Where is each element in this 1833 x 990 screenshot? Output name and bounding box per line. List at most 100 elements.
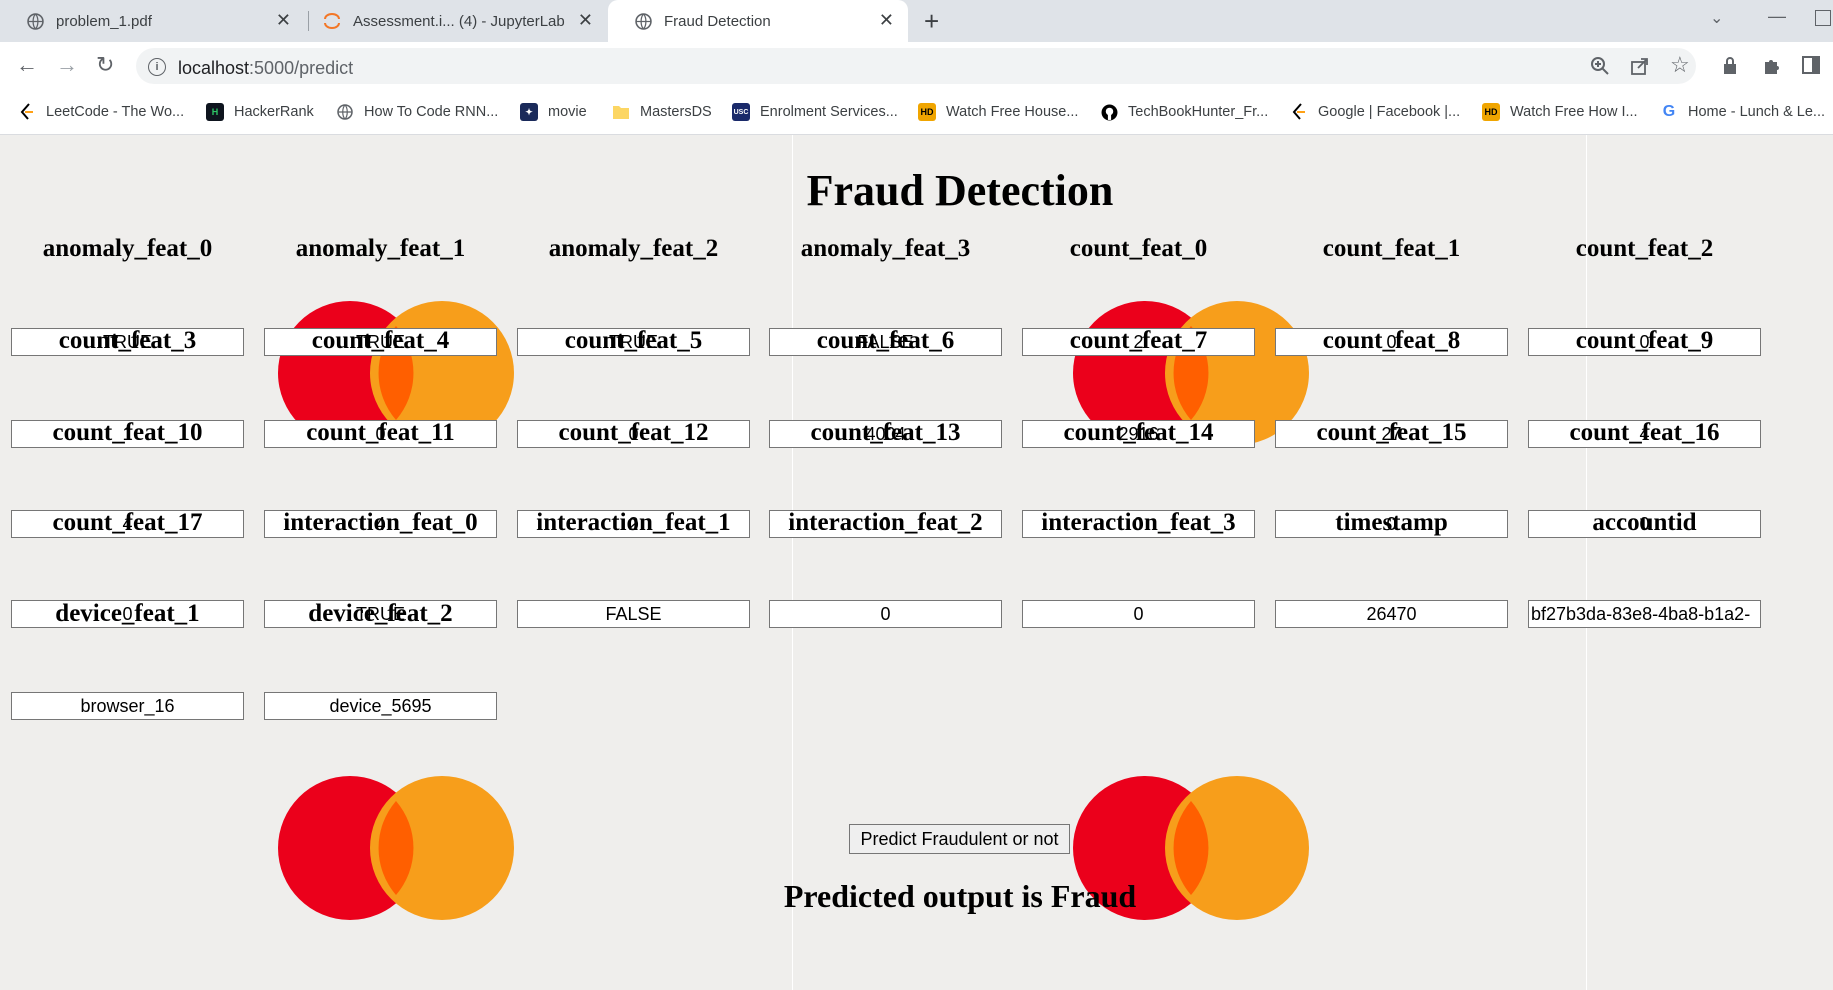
- jupyter-icon: [323, 12, 341, 30]
- hd-icon: HD: [1482, 103, 1500, 121]
- input-interaction-feat-1[interactable]: [517, 600, 750, 628]
- bookmark-label: MastersDS: [640, 104, 712, 120]
- input-timestamp[interactable]: [1275, 600, 1508, 628]
- minimize-icon[interactable]: —: [1768, 6, 1786, 27]
- bookmark-rnn[interactable]: How To Code RNN...: [336, 103, 498, 121]
- forward-arrow-icon[interactable]: →: [56, 52, 78, 78]
- bookmark-label: Watch Free How I...: [1510, 104, 1638, 120]
- field-label-count-feat-4: count_feat_4: [311, 327, 450, 354]
- bookmark-hackerrank[interactable]: H HackerRank: [206, 103, 314, 121]
- maximize-icon[interactable]: [1815, 10, 1831, 26]
- field-label-count-feat-15: count_feat_15: [1316, 419, 1467, 446]
- usc-icon: USC: [732, 103, 750, 121]
- field-label-count-feat-11: count_feat_11: [306, 419, 455, 446]
- field-label-interaction-feat-3: interaction_feat_3: [1041, 509, 1236, 536]
- close-tab-icon[interactable]: ✕: [276, 10, 291, 31]
- field-label-count-feat-10: count_feat_10: [52, 419, 203, 446]
- field-label-count-feat-3: count_feat_3: [58, 327, 197, 354]
- field-label-count-feat-16: count_feat_16: [1569, 419, 1720, 446]
- input-device-feat-2[interactable]: [264, 692, 497, 720]
- bookmark-google-facebook[interactable]: Google | Facebook |...: [1290, 103, 1460, 121]
- field-label-timestamp: timestamp: [1335, 509, 1448, 536]
- side-panel-icon[interactable]: [1802, 56, 1820, 79]
- bookmark-label: Enrolment Services...: [760, 104, 898, 120]
- field-label-count-feat-13: count_feat_13: [810, 419, 961, 446]
- bookmark-star-icon[interactable]: ☆: [1670, 52, 1690, 78]
- bookmark-label: TechBookHunter_Fr...: [1128, 104, 1269, 120]
- bookmark-label: movie: [548, 104, 587, 120]
- field-label-count-feat-14: count_feat_14: [1063, 419, 1214, 446]
- tab-strip: problem_1.pdf ✕ Assessment.i... (4) - Ju…: [0, 0, 1833, 42]
- tab-title: problem_1.pdf: [56, 12, 152, 30]
- bookmark-label: Google | Facebook |...: [1318, 104, 1461, 120]
- github-icon: [1100, 103, 1118, 121]
- extension-lock-icon[interactable]: [1722, 56, 1738, 81]
- bookmark-label: HackerRank: [234, 104, 314, 120]
- tab-problem-pdf[interactable]: problem_1.pdf ✕: [0, 0, 305, 42]
- field-label-anomaly-feat-0: anomaly_feat_0: [42, 235, 213, 262]
- tab-jupyterlab[interactable]: Assessment.i... (4) - JupyterLab ✕: [309, 0, 607, 42]
- field-label-interaction-feat-0: interaction_feat_0: [283, 509, 478, 536]
- field-label-count-feat-2: count_feat_2: [1575, 235, 1714, 262]
- tab-title: Fraud Detection: [664, 12, 771, 30]
- globe-icon: [26, 12, 44, 30]
- hackerrank-icon: H: [206, 103, 224, 121]
- predict-button[interactable]: Predict Fraudulent or not: [849, 824, 1070, 854]
- url-host: localhost: [178, 58, 250, 78]
- page-title: Fraud Detection: [806, 166, 1114, 215]
- bookmark-enrolment[interactable]: USC Enrolment Services...: [732, 103, 898, 121]
- leetcode-icon: [18, 103, 36, 121]
- background-divider: [792, 135, 793, 990]
- bookmark-leetcode[interactable]: LeetCode - The Wo...: [18, 103, 184, 121]
- input-accountid[interactable]: [1528, 600, 1761, 628]
- field-label-device-feat-1: device_feat_1: [55, 600, 200, 627]
- bookmark-movie[interactable]: ✦ movie: [520, 103, 587, 121]
- close-tab-icon[interactable]: ✕: [879, 10, 894, 31]
- bookmark-watch-free-house[interactable]: HD Watch Free House...: [918, 103, 1078, 121]
- close-tab-icon[interactable]: ✕: [578, 10, 593, 31]
- url-path: :5000/predict: [249, 58, 354, 78]
- field-label-count-feat-12: count_feat_12: [558, 419, 709, 446]
- google-icon: G: [1662, 103, 1676, 120]
- field-label-device-feat-2: device_feat_2: [308, 600, 453, 627]
- field-label-anomaly-feat-1: anomaly_feat_1: [295, 235, 466, 262]
- background-divider: [1586, 135, 1587, 990]
- hd-icon: HD: [918, 103, 936, 121]
- tab-search-chevron-icon[interactable]: ⌄: [1710, 8, 1723, 28]
- back-arrow-icon[interactable]: ←: [16, 52, 38, 78]
- field-label-count-feat-5: count_feat_5: [564, 327, 703, 354]
- field-label-anomaly-feat-3: anomaly_feat_3: [800, 235, 971, 262]
- folder-icon: [612, 103, 630, 121]
- bookmark-label: LeetCode - The Wo...: [46, 104, 185, 120]
- field-label-interaction-feat-1: interaction_feat_1: [536, 509, 731, 536]
- reload-icon[interactable]: ↻: [96, 52, 114, 78]
- field-label-count-feat-1: count_feat_1: [1322, 235, 1461, 262]
- bookmark-label: Home - Lunch & Le...: [1688, 104, 1826, 120]
- field-label-interaction-feat-2: interaction_feat_2: [788, 509, 983, 536]
- field-label-count-feat-7: count_feat_7: [1069, 327, 1208, 354]
- bookmark-home-lunch[interactable]: G Home - Lunch & Le...: [1660, 103, 1825, 121]
- page-content: Fraud Detection anomaly_feat_0 anomaly_f…: [0, 135, 1833, 990]
- new-tab-plus-icon[interactable]: +: [924, 6, 939, 37]
- movie-icon: ✦: [520, 103, 538, 121]
- site-info-icon[interactable]: i: [148, 58, 166, 76]
- address-bar[interactable]: [136, 48, 1696, 84]
- bookmark-techbookhunter[interactable]: TechBookHunter_Fr...: [1100, 103, 1268, 121]
- field-label-count-feat-6: count_feat_6: [816, 327, 955, 354]
- url-text[interactable]: localhost:5000/predict: [178, 58, 353, 79]
- field-label-count-feat-17: count_feat_17: [52, 509, 203, 536]
- tab-fraud-detection[interactable]: Fraud Detection ✕: [608, 0, 908, 42]
- globe-icon: [336, 103, 354, 121]
- zoom-icon[interactable]: [1590, 56, 1610, 81]
- field-label-anomaly-feat-2: anomaly_feat_2: [548, 235, 719, 262]
- field-label-accountid: accountid: [1592, 509, 1697, 536]
- input-interaction-feat-3[interactable]: [1022, 600, 1255, 628]
- input-interaction-feat-2[interactable]: [769, 600, 1002, 628]
- extensions-puzzle-icon[interactable]: [1762, 56, 1782, 81]
- bookmark-mastersds[interactable]: MastersDS: [612, 103, 712, 121]
- input-device-feat-1[interactable]: [11, 692, 244, 720]
- share-icon[interactable]: [1630, 56, 1650, 81]
- globe-icon: [634, 12, 652, 30]
- field-label-count-feat-0: count_feat_0: [1069, 235, 1208, 262]
- bookmark-watch-free-how[interactable]: HD Watch Free How I...: [1482, 103, 1638, 121]
